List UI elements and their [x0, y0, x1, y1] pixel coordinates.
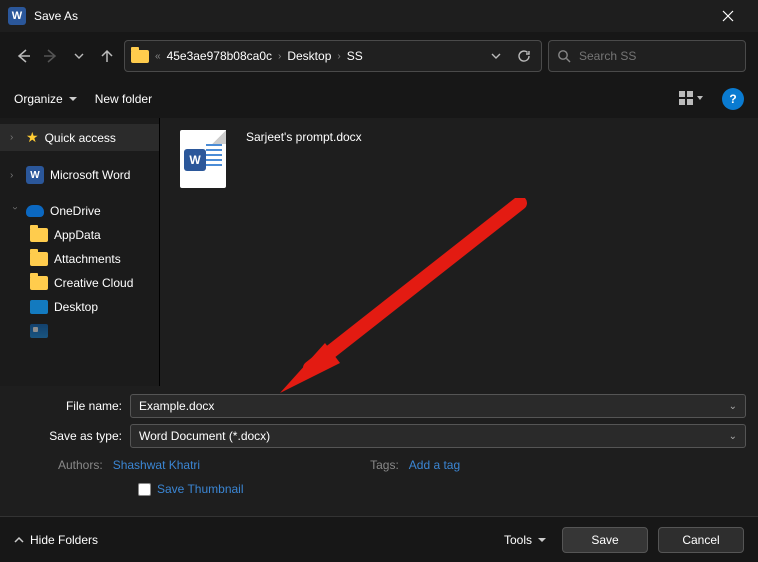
chevron-down-icon: ›: [10, 206, 21, 216]
folder-icon: [30, 276, 48, 290]
sidebar: › ★ Quick access › W Microsoft Word › On…: [0, 118, 160, 386]
authors-label: Authors:: [58, 458, 103, 472]
address-bar[interactable]: « 45e3ae978b08ca0c › Desktop › SS: [124, 40, 542, 72]
path-segment[interactable]: SS: [347, 49, 363, 63]
window-title: Save As: [34, 9, 78, 23]
save-thumbnail-label[interactable]: Save Thumbnail: [157, 482, 244, 496]
desktop-icon: [30, 300, 48, 314]
filename-input[interactable]: Example.docx ⌄: [130, 394, 746, 418]
save-thumbnail-checkbox[interactable]: [138, 483, 151, 496]
sidebar-microsoft-word[interactable]: › W Microsoft Word: [0, 161, 159, 189]
file-thumbnail: W: [180, 130, 226, 188]
save-button[interactable]: Save: [562, 527, 648, 553]
folder-icon: [131, 50, 149, 63]
path-segment[interactable]: 45e3ae978b08ca0c: [167, 49, 272, 63]
search-box[interactable]: [548, 40, 746, 72]
savetype-select[interactable]: Word Document (*.docx) ⌄: [130, 424, 746, 448]
file-list[interactable]: W Sarjeet's prompt.docx: [160, 118, 758, 386]
close-button[interactable]: [706, 0, 750, 32]
forward-button[interactable]: [40, 41, 62, 71]
chevron-right-icon: ›: [10, 170, 20, 181]
path-dropdown-button[interactable]: [485, 41, 507, 71]
word-icon: W: [184, 149, 206, 171]
sidebar-item-attachments[interactable]: Attachments: [0, 247, 159, 271]
dropdown-icon[interactable]: ⌄: [729, 431, 737, 442]
chevron-right-icon: ›: [337, 51, 340, 62]
sidebar-item-creative-cloud[interactable]: Creative Cloud: [0, 271, 159, 295]
file-item[interactable]: W: [172, 130, 234, 188]
hide-folders-button[interactable]: Hide Folders: [14, 533, 98, 547]
file-name-label: Sarjeet's prompt.docx: [244, 130, 362, 144]
path-segment[interactable]: Desktop: [287, 49, 331, 63]
refresh-button[interactable]: [513, 41, 535, 71]
chevron-left-icon: «: [155, 51, 161, 62]
back-button[interactable]: [12, 41, 34, 71]
sidebar-item-more[interactable]: [0, 319, 159, 343]
filename-label: File name:: [12, 399, 130, 413]
folder-icon: [30, 252, 48, 266]
word-icon: W: [26, 166, 44, 184]
dropdown-icon[interactable]: ⌄: [729, 401, 737, 412]
organize-button[interactable]: Organize: [14, 92, 77, 106]
savetype-label: Save as type:: [12, 429, 130, 443]
chevron-right-icon: ›: [10, 132, 20, 143]
search-input[interactable]: [579, 49, 737, 63]
sidebar-onedrive[interactable]: › OneDrive: [0, 199, 159, 223]
annotation-arrow: [270, 198, 530, 408]
cloud-icon: [26, 205, 44, 217]
authors-link[interactable]: Shashwat Khatri: [113, 458, 200, 472]
new-folder-button[interactable]: New folder: [95, 92, 152, 106]
cancel-button[interactable]: Cancel: [658, 527, 744, 553]
sidebar-item-desktop[interactable]: Desktop: [0, 295, 159, 319]
recent-locations-button[interactable]: [68, 41, 90, 71]
sidebar-quick-access[interactable]: › ★ Quick access: [0, 124, 159, 151]
chevron-right-icon: ›: [278, 51, 281, 62]
tags-label: Tags:: [370, 458, 399, 472]
folder-icon: [30, 228, 48, 242]
search-icon: [557, 49, 571, 63]
help-button[interactable]: ?: [722, 88, 744, 110]
tools-button[interactable]: Tools: [498, 533, 552, 547]
star-icon: ★: [26, 129, 39, 146]
up-button[interactable]: [96, 41, 118, 71]
sidebar-item-appdata[interactable]: AppData: [0, 223, 159, 247]
view-options-button[interactable]: [676, 86, 708, 112]
folder-icon: [30, 324, 48, 338]
word-app-icon: W: [8, 7, 26, 25]
tags-link[interactable]: Add a tag: [409, 458, 460, 472]
